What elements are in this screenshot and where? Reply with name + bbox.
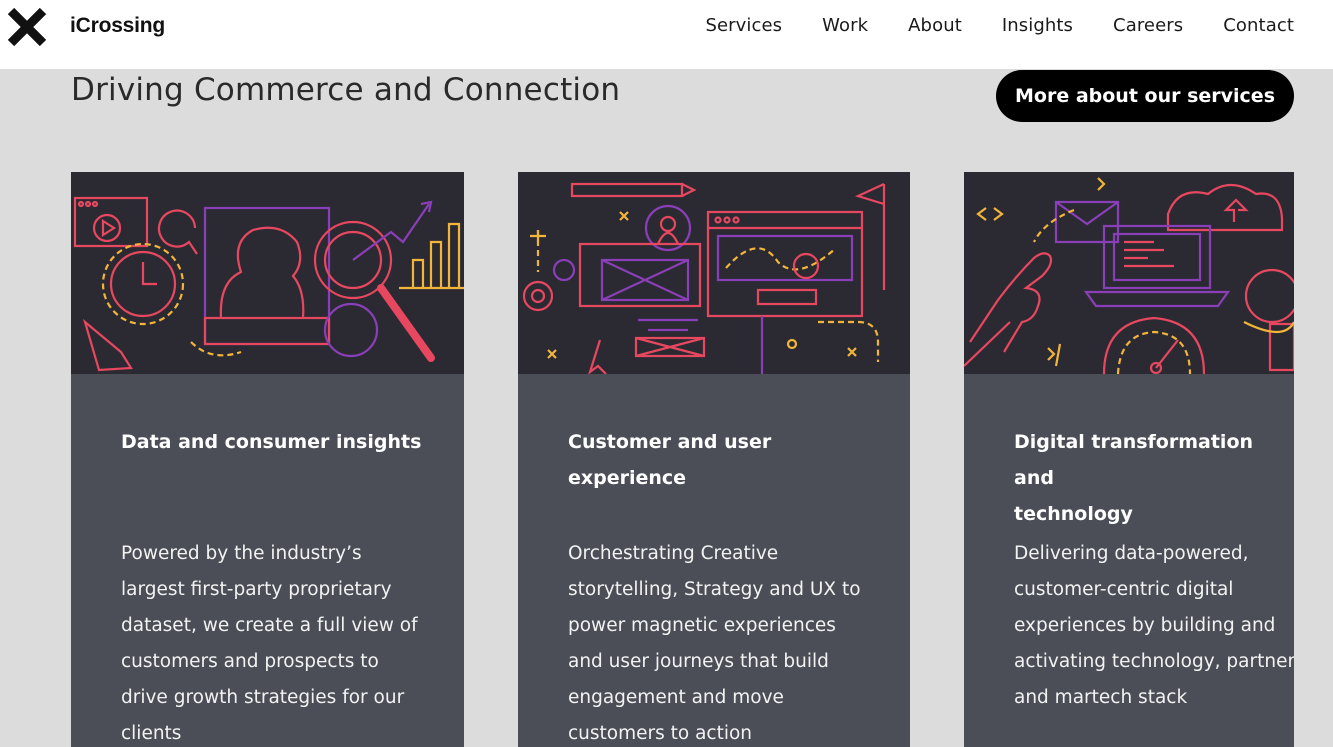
card-title: Digital transformation and technology	[1014, 431, 1254, 525]
brand-name[interactable]: iCrossing	[70, 14, 165, 38]
site-header: iCrossing Services Work About Insights C…	[0, 0, 1333, 69]
card-body: Orchestrating Creative storytelling, Str…	[568, 543, 861, 744]
service-card-data-insights[interactable]: Data and consumer insights Powered by th…	[71, 172, 464, 747]
service-card-customer-experience[interactable]: Customer and user experience Orchestrati…	[518, 172, 910, 747]
card-body: Delivering data-powered, customer-centri…	[1014, 543, 1294, 708]
x-logo-icon[interactable]	[7, 7, 47, 47]
nav-work[interactable]: Work	[822, 15, 868, 36]
card-title: Customer and user experience	[568, 431, 772, 489]
service-card-digital-technology[interactable]: Digital transformation and technology De…	[964, 172, 1294, 747]
customer-experience-illustration	[518, 172, 910, 374]
more-services-button[interactable]: More about our services	[996, 70, 1294, 122]
section-headline: Driving Commerce and Connection	[71, 72, 621, 108]
digital-technology-illustration	[964, 172, 1294, 374]
nav-careers[interactable]: Careers	[1113, 15, 1183, 36]
nav-services[interactable]: Services	[705, 15, 782, 36]
nav-about[interactable]: About	[908, 15, 962, 36]
nav-insights[interactable]: Insights	[1002, 15, 1073, 36]
data-insights-illustration	[71, 172, 464, 374]
nav-contact[interactable]: Contact	[1223, 15, 1294, 36]
card-body: Powered by the industry’s largest first-…	[121, 543, 418, 744]
main-nav: Services Work About Insights Careers Con…	[665, 15, 1294, 36]
card-title: Data and consumer insights	[121, 431, 422, 453]
